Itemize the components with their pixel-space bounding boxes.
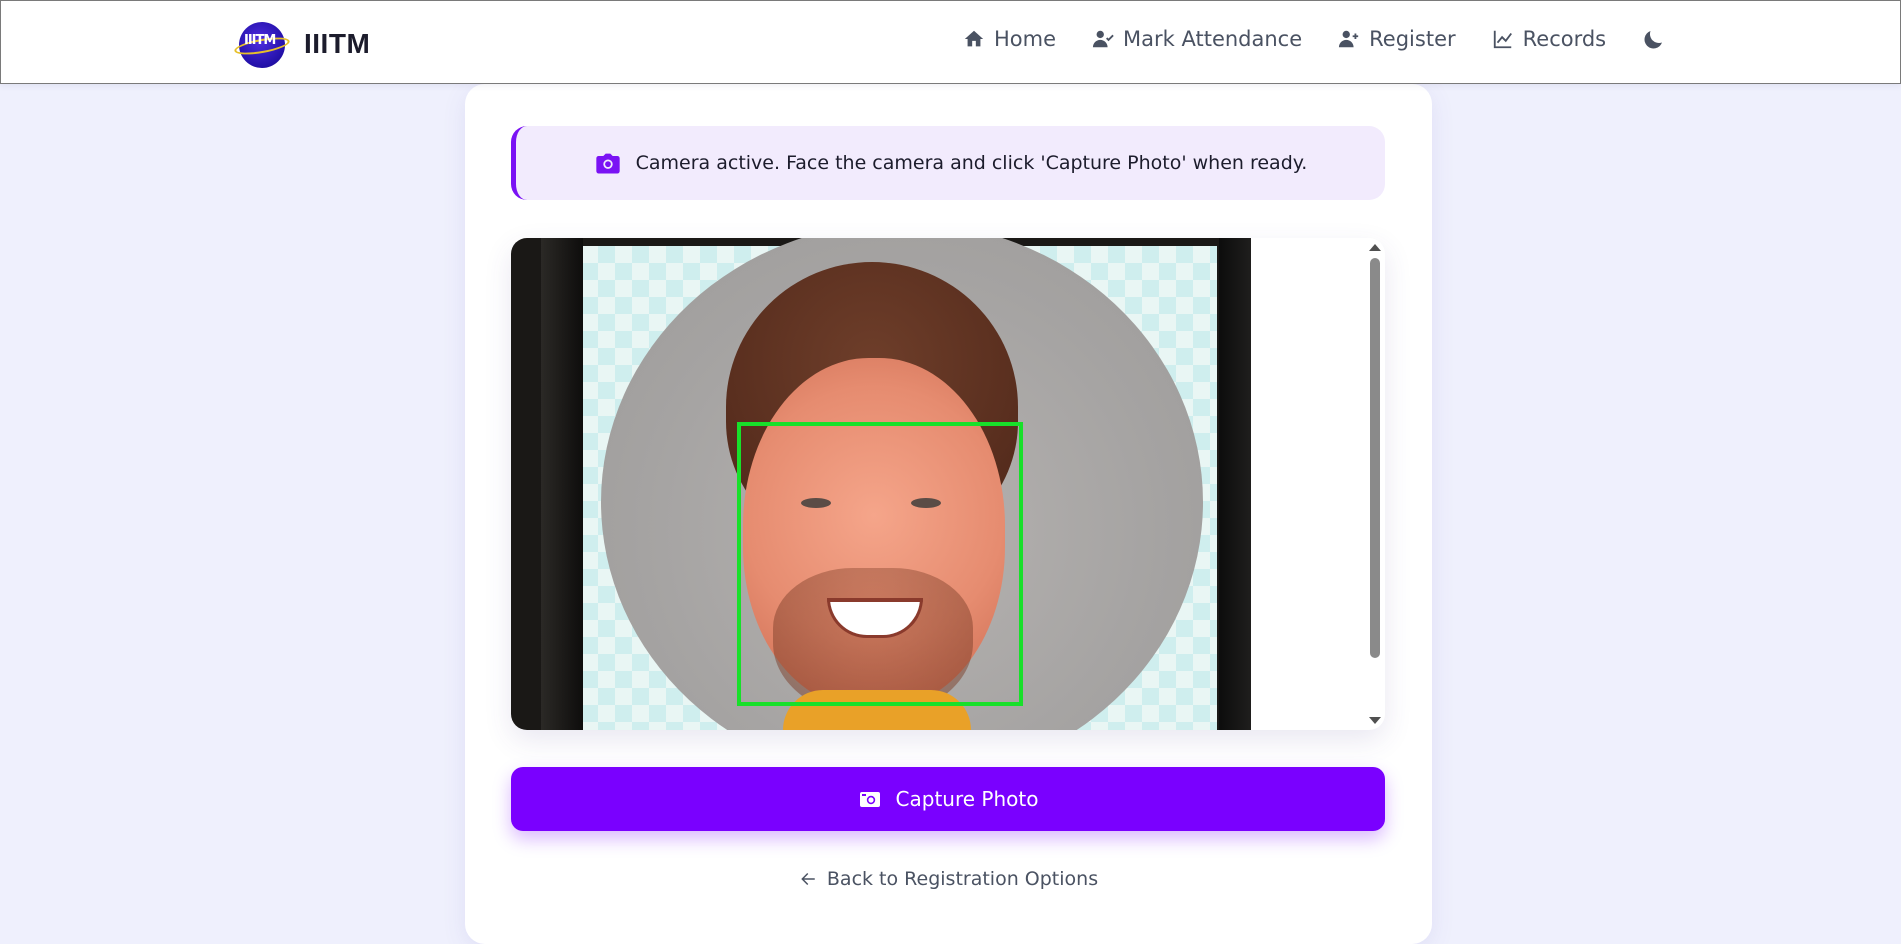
face-detection-box	[737, 422, 1023, 706]
home-icon	[964, 30, 984, 47]
camera-scrollbar[interactable]	[1365, 238, 1385, 730]
brand-name: IIITM	[304, 28, 371, 59]
brand[interactable]: IIITM IIITM	[233, 20, 371, 68]
webcam-feed	[511, 238, 1251, 730]
chart-line-icon	[1493, 30, 1512, 49]
back-to-registration-link[interactable]: Back to Registration Options	[465, 868, 1432, 890]
arrow-left-icon	[801, 873, 815, 885]
main-nav: Home Mark Attendance Register Records	[963, 27, 1666, 51]
user-check-icon	[1092, 30, 1114, 48]
camera-preview	[511, 238, 1385, 730]
scroll-up-arrow-icon[interactable]	[1369, 244, 1381, 251]
nav-register-label: Register	[1369, 27, 1456, 51]
nav-home[interactable]: Home	[963, 27, 1056, 51]
camera-icon	[595, 153, 620, 174]
user-plus-icon	[1339, 30, 1359, 48]
capture-photo-button[interactable]: Capture Photo	[511, 767, 1385, 831]
registration-card: Camera active. Face the camera and click…	[465, 84, 1432, 944]
moon-icon	[1644, 31, 1663, 49]
top-navbar: IIITM IIITM Home Mark Attendance Registe…	[0, 0, 1901, 84]
nav-mark-attendance-label: Mark Attendance	[1123, 27, 1303, 51]
camera-status-alert: Camera active. Face the camera and click…	[511, 126, 1385, 200]
capture-photo-label: Capture Photo	[895, 787, 1039, 811]
nav-records[interactable]: Records	[1492, 27, 1607, 51]
camera-retro-icon	[859, 792, 880, 807]
nav-home-label: Home	[994, 27, 1057, 51]
theme-toggle-button[interactable]	[1642, 27, 1666, 51]
scroll-down-arrow-icon[interactable]	[1369, 717, 1381, 724]
nav-register[interactable]: Register	[1338, 27, 1456, 51]
scrollbar-thumb[interactable]	[1370, 258, 1380, 658]
logo: IIITM	[233, 20, 291, 68]
nav-mark-attendance[interactable]: Mark Attendance	[1092, 27, 1302, 51]
camera-status-text: Camera active. Face the camera and click…	[635, 152, 1308, 174]
back-link-label: Back to Registration Options	[826, 868, 1099, 890]
nav-records-label: Records	[1522, 27, 1607, 51]
